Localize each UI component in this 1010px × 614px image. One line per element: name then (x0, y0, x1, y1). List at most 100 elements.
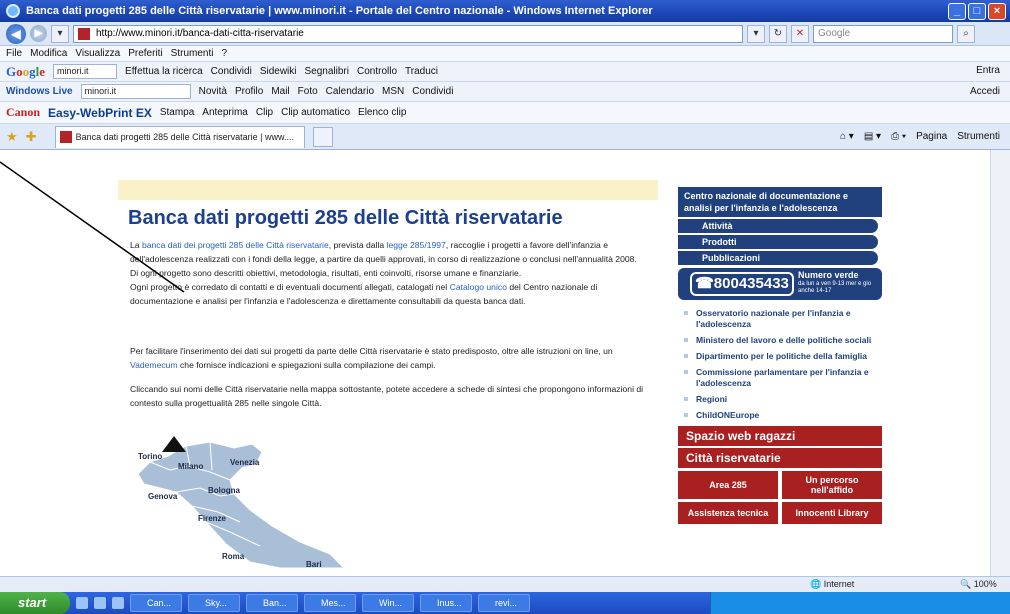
window-title-bar: Banca dati progetti 285 delle Città rise… (0, 0, 1010, 22)
taskbar-item[interactable]: Sky... (188, 594, 240, 612)
taskbar-item[interactable]: Inus... (420, 594, 472, 612)
menu-bar: File Modifica Visualizza Preferiti Strum… (0, 46, 1010, 62)
maximize-icon[interactable]: □ (968, 2, 986, 20)
banner-spazio-web-ragazzi[interactable]: Spazio web ragazzi (678, 426, 882, 446)
tools-menu[interactable]: Strumenti (957, 131, 1000, 142)
city-milano[interactable]: Milano (178, 462, 203, 471)
favorites-star-icon[interactable]: ★ (6, 129, 18, 145)
city-bologna[interactable]: Bologna (208, 486, 240, 495)
link-ministero[interactable]: Ministero del lavoro e delle politiche s… (684, 335, 882, 346)
sidewiki-button[interactable]: Sidewiki (260, 66, 297, 77)
link-regioni[interactable]: Regioni (684, 394, 882, 405)
minimize-icon[interactable]: _ (948, 2, 966, 20)
forward-button[interactable]: ▶ (30, 25, 47, 42)
quicklaunch-icon[interactable] (76, 597, 88, 609)
new-tab-button[interactable] (312, 126, 333, 147)
google-search-input[interactable]: minori.it (53, 64, 118, 79)
sidebar-grid-row-2: Assistenza tecnica Innocenti Library (678, 502, 882, 524)
live-profile[interactable]: Profilo (235, 86, 263, 97)
clip-list-button[interactable]: Elenco clip (358, 107, 406, 118)
sidebar-item-pubblicazioni[interactable]: Pubblicazioni (678, 251, 878, 265)
button-area-285[interactable]: Area 285 (678, 471, 778, 499)
home-icon[interactable]: ⌂ ▾ (840, 131, 854, 142)
menu-strumenti[interactable]: Strumenti (171, 48, 214, 59)
close-icon[interactable]: × (988, 2, 1006, 20)
link-childoneurope[interactable]: ChildONEurope (684, 410, 882, 421)
link-commissione[interactable]: Commissione parlamentare per l'infanzia … (684, 367, 882, 389)
live-news[interactable]: Novità (199, 86, 227, 97)
menu-file[interactable]: File (6, 48, 22, 59)
link-dipartimento[interactable]: Dipartimento per le politiche della fami… (684, 351, 882, 362)
quicklaunch-icon[interactable] (112, 597, 124, 609)
button-percorso-affido[interactable]: Un percorso nell'affido (782, 471, 882, 499)
taskbar-item[interactable]: Can... (130, 594, 182, 612)
button-assistenza-tecnica[interactable]: Assistenza tecnica (678, 502, 778, 524)
city-firenze[interactable]: Firenze (198, 514, 226, 523)
print-icon[interactable]: ⎙ ▾ (891, 131, 906, 142)
share-button[interactable]: Condividi (211, 66, 252, 77)
window-title: Banca dati progetti 285 delle Città rise… (26, 5, 653, 17)
toll-free-box: ☎800435433 Numero verde da lun a ven 9-1… (678, 268, 882, 300)
refresh-icon[interactable]: ↻ (769, 24, 787, 43)
preview-button[interactable]: Anteprima (202, 107, 248, 118)
back-button[interactable]: ◀ (6, 23, 26, 44)
zoom-level[interactable]: 🔍 100% (960, 579, 997, 590)
sidebar-item-prodotti[interactable]: Prodotti (678, 235, 878, 249)
vertical-scrollbar[interactable] (990, 150, 1010, 576)
law-link[interactable]: legge 285/1997 (387, 240, 446, 250)
link-osservatorio[interactable]: Osservatorio nazionale per l'infanzia e … (684, 308, 882, 330)
button-innocenti-library[interactable]: Innocenti Library (782, 502, 882, 524)
start-button[interactable]: start (0, 592, 70, 614)
marker-triangle-icon (162, 436, 186, 452)
city-bari[interactable]: Bari (306, 560, 322, 569)
live-signin-button[interactable]: Accedi (970, 86, 1000, 97)
city-venezia[interactable]: Venezia (230, 458, 259, 467)
bookmarks-button[interactable]: Segnalibri (305, 66, 349, 77)
add-favorites-icon[interactable]: ✚ (26, 129, 37, 145)
live-calendar[interactable]: Calendario (326, 86, 374, 97)
tab-active[interactable]: Banca dati progetti 285 delle Città rise… (54, 125, 305, 148)
vademecum-link[interactable]: Vademecum (130, 360, 178, 370)
feeds-icon[interactable]: ▤ ▾ (864, 131, 881, 142)
city-genova[interactable]: Genova (148, 492, 177, 501)
catalog-link[interactable]: Catalogo unico (450, 282, 507, 292)
live-msn[interactable]: MSN (382, 86, 404, 97)
sidebar-item-attivita[interactable]: Attività (678, 219, 878, 233)
google-search-button[interactable]: Effettua la ricerca (125, 66, 203, 77)
menu-visualizza[interactable]: Visualizza (75, 48, 120, 59)
live-share[interactable]: Condividi (412, 86, 453, 97)
sidebar-header[interactable]: Centro nazionale di documentazione e ana… (678, 187, 882, 217)
page-menu[interactable]: Pagina (916, 131, 947, 142)
clip-button[interactable]: Clip (256, 107, 273, 118)
search-icon[interactable]: ⌕ (957, 24, 975, 43)
stop-icon[interactable]: ✕ (791, 24, 809, 43)
url-text: http://www.minori.it/banca-dati-citta-ri… (96, 27, 304, 39)
phone-number[interactable]: ☎800435433 (690, 272, 794, 296)
banner-citta-riservatarie[interactable]: Città riservatarie (678, 448, 882, 468)
print-button[interactable]: Stampa (160, 107, 194, 118)
menu-preferiti[interactable]: Preferiti (128, 48, 162, 59)
taskbar-item[interactable]: Ban... (246, 594, 298, 612)
history-dropdown-icon[interactable]: ▾ (51, 24, 69, 43)
taskbar-item[interactable]: Mes... (304, 594, 356, 612)
auto-clip-button[interactable]: Clip automatico (281, 107, 350, 118)
search-input[interactable]: Google (813, 24, 953, 43)
menu-modifica[interactable]: Modifica (30, 48, 67, 59)
taskbar-item[interactable]: Win... (362, 594, 414, 612)
city-roma[interactable]: Roma (222, 552, 244, 561)
taskbar-item[interactable]: revi... (478, 594, 530, 612)
check-button[interactable]: Controllo (357, 66, 397, 77)
windows-live-toolbar: Windows Live minori.it Novità Profilo Ma… (0, 82, 1010, 102)
google-signin-button[interactable]: Entra (976, 65, 1000, 76)
translate-button[interactable]: Traduci (405, 66, 438, 77)
url-input[interactable]: http://www.minori.it/banca-dati-citta-ri… (73, 24, 743, 43)
live-search-input[interactable]: minori.it (80, 84, 191, 99)
map-instructions: Cliccando sui nomi delle Città riservata… (130, 384, 644, 408)
url-dropdown-icon[interactable]: ▾ (747, 24, 765, 43)
city-torino[interactable]: Torino (138, 452, 162, 461)
quicklaunch-icon[interactable] (94, 597, 106, 609)
menu-help[interactable]: ? (221, 48, 227, 59)
easy-webprint-menu[interactable]: Easy-WebPrint EX (48, 106, 152, 120)
live-mail[interactable]: Mail (271, 86, 289, 97)
live-photo[interactable]: Foto (298, 86, 318, 97)
